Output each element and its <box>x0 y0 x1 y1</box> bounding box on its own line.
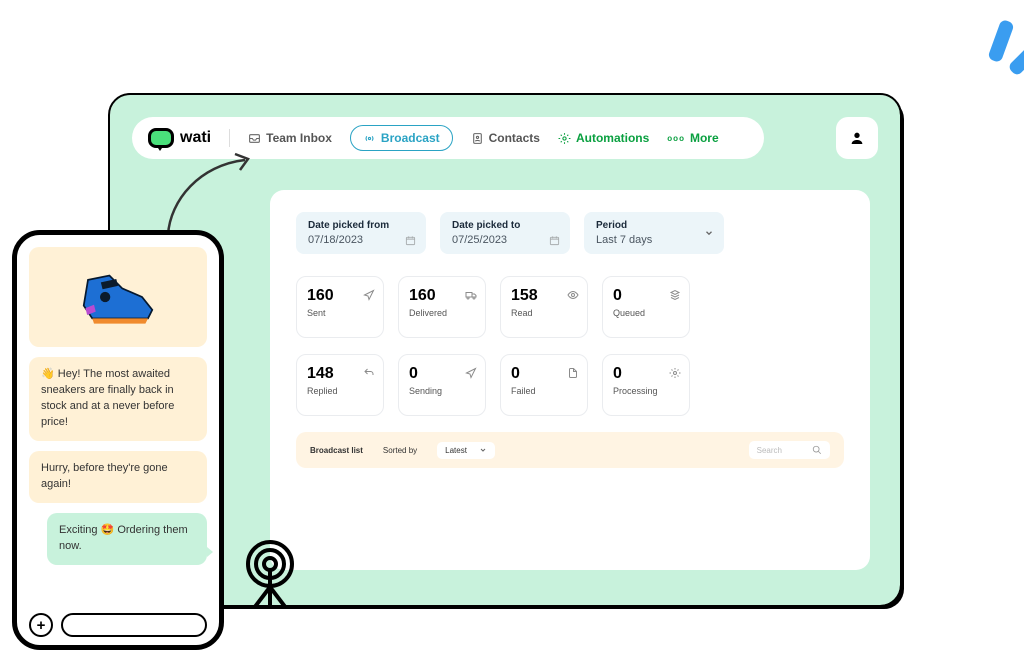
brand-name: wati <box>180 129 211 147</box>
user-icon <box>849 130 865 146</box>
chat-message-reply: Exciting 🤩 Ordering them now. <box>47 513 207 565</box>
broadcast-icon <box>363 132 376 145</box>
nav-automations[interactable]: Automations <box>558 131 649 145</box>
nav-label: Team Inbox <box>266 131 332 145</box>
filter-row: Date picked from 07/18/2023 Date picked … <box>296 212 844 254</box>
chevron-down-icon <box>479 446 487 454</box>
chat-message-outgoing: 👋 Hey! The most awaited sneakers are fin… <box>29 357 207 441</box>
nav-more[interactable]: ooo More <box>667 131 718 145</box>
filter-value: 07/25/2023 <box>452 234 558 246</box>
separator <box>229 129 230 147</box>
metric-sending: 0Sending <box>398 354 486 416</box>
nav-label: Automations <box>576 131 649 145</box>
message-input[interactable] <box>61 613 207 637</box>
list-title: Broadcast list <box>310 446 363 455</box>
truck-icon <box>465 289 477 301</box>
nav-team-inbox[interactable]: Team Inbox <box>248 131 332 145</box>
automations-icon <box>558 132 571 145</box>
search-input[interactable]: Search <box>749 441 830 459</box>
send-icon <box>363 289 375 301</box>
sort-label: Sorted by <box>383 446 417 455</box>
sneaker-image <box>73 267 163 327</box>
contacts-icon <box>471 132 484 145</box>
date-from-picker[interactable]: Date picked from 07/18/2023 <box>296 212 426 254</box>
filter-value: Last 7 days <box>596 234 712 246</box>
nav-label: More <box>690 131 719 145</box>
metric-read: 158Read <box>500 276 588 338</box>
period-select[interactable]: Period Last 7 days <box>584 212 724 254</box>
sort-select[interactable]: Latest <box>437 442 495 459</box>
gear-icon <box>669 367 681 379</box>
metric-failed: 0Failed <box>500 354 588 416</box>
chevron-down-icon <box>704 228 714 238</box>
inbox-icon <box>248 132 261 145</box>
attach-button[interactable]: + <box>29 613 53 637</box>
antenna-icon <box>240 539 300 609</box>
more-icon: ooo <box>667 134 685 143</box>
stack-icon <box>669 289 681 301</box>
broadcast-list-bar: Broadcast list Sorted by Latest Search <box>296 432 844 468</box>
metrics-row-1: 160Sent 160Delivered 158Read 0Queued <box>296 276 844 338</box>
reply-icon <box>363 367 375 379</box>
phone-input-row: + <box>29 613 207 637</box>
nav-contacts[interactable]: Contacts <box>471 131 540 145</box>
search-icon <box>812 445 822 455</box>
profile-button[interactable] <box>836 117 878 159</box>
file-icon <box>567 367 579 379</box>
nav-label: Broadcast <box>381 131 440 145</box>
logo-icon <box>148 128 174 148</box>
calendar-icon <box>549 235 560 246</box>
search-placeholder: Search <box>757 446 782 455</box>
chat-message-outgoing: Hurry, before they're gone again! <box>29 451 207 503</box>
metric-sent: 160Sent <box>296 276 384 338</box>
eye-icon <box>567 289 579 301</box>
metric-queued: 0Queued <box>602 276 690 338</box>
nav-broadcast[interactable]: Broadcast <box>350 125 453 151</box>
filter-label: Period <box>596 220 712 231</box>
sort-value: Latest <box>445 446 467 455</box>
calendar-icon <box>405 235 416 246</box>
filter-value: 07/18/2023 <box>308 234 414 246</box>
metric-delivered: 160Delivered <box>398 276 486 338</box>
date-to-picker[interactable]: Date picked to 07/25/2023 <box>440 212 570 254</box>
filter-label: Date picked from <box>308 220 414 231</box>
metric-replied: 148Replied <box>296 354 384 416</box>
metric-processing: 0Processing <box>602 354 690 416</box>
product-image-card <box>29 247 207 347</box>
filter-label: Date picked to <box>452 220 558 231</box>
brand-logo: wati <box>148 128 211 148</box>
broadcast-panel: Date picked from 07/18/2023 Date picked … <box>270 190 870 570</box>
phone-mock: 👋 Hey! The most awaited sneakers are fin… <box>12 230 224 650</box>
sending-icon <box>465 367 477 379</box>
metrics-row-2: 148Replied 0Sending 0Failed 0Processing <box>296 354 844 416</box>
nav-label: Contacts <box>489 131 540 145</box>
decorative-arrow <box>160 150 260 240</box>
